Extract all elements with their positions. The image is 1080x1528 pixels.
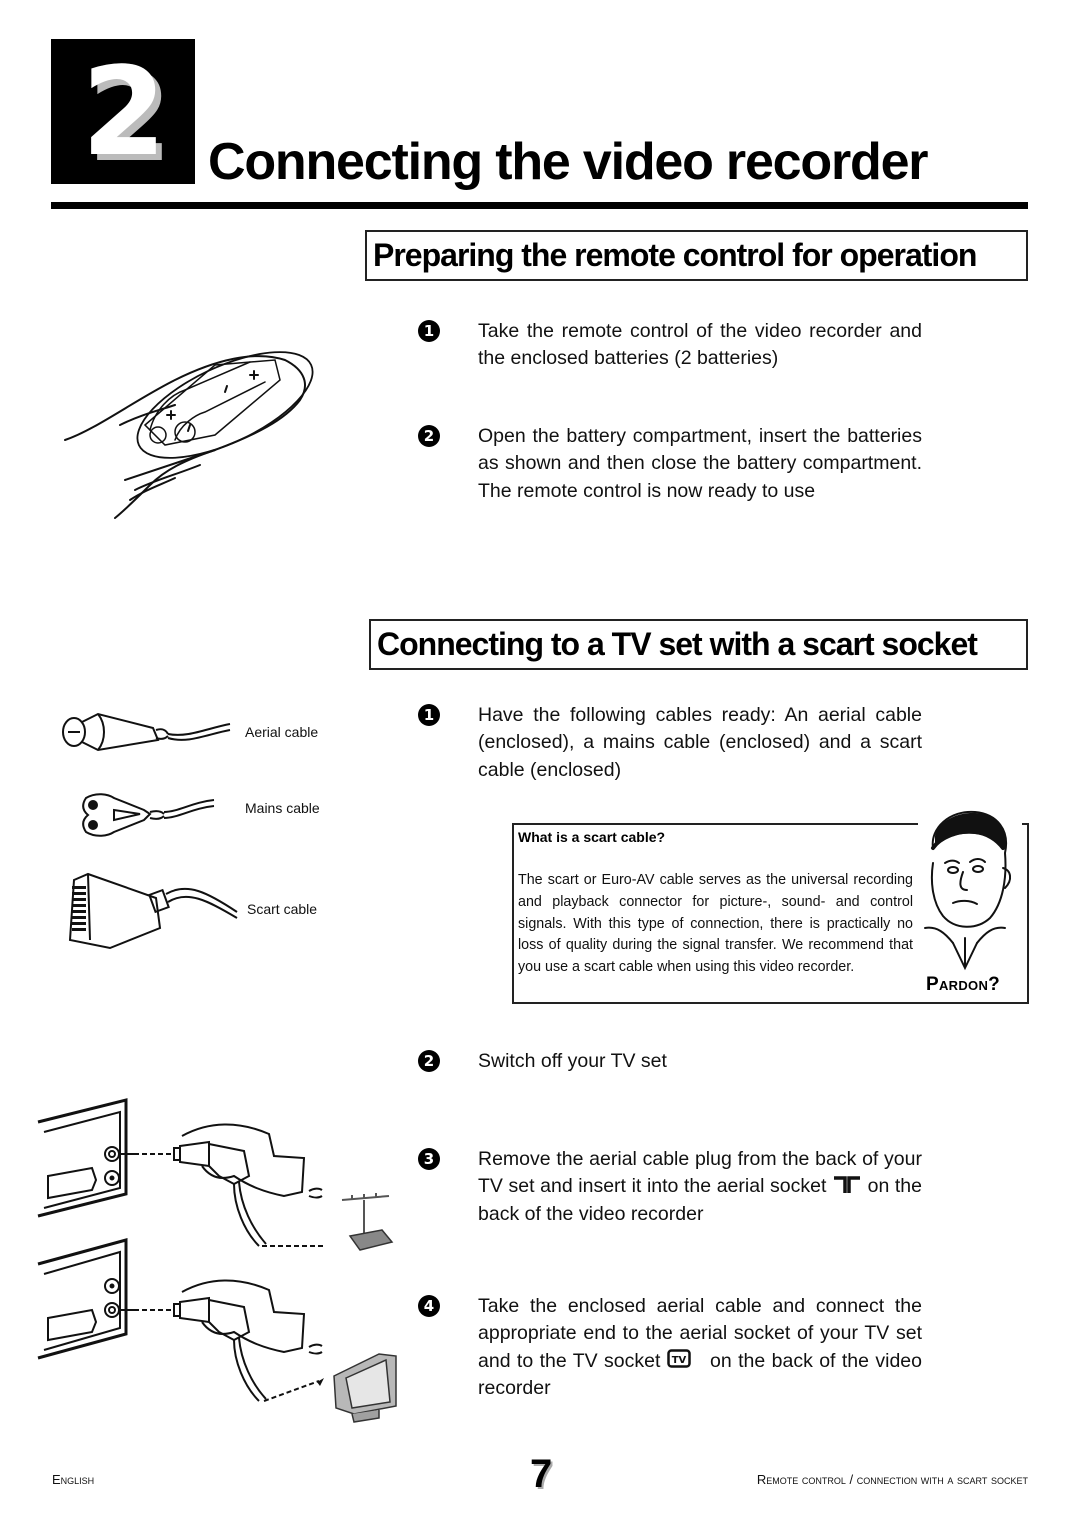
remote-control-illustration	[64, 351, 314, 519]
footer-section-title: Remote control / connection with a scart…	[756, 1472, 1028, 1487]
scart-step-3: 3 Remove the aerial cable plug from the …	[418, 1146, 924, 1231]
cable-label-scart: Scart cable	[247, 901, 318, 917]
cable-label-mains: Mains cable	[245, 800, 320, 816]
chapter-number: 2	[81, 40, 167, 183]
aerial-cable-icon	[62, 712, 231, 752]
step-text: Switch off your TV set	[478, 1050, 667, 1072]
step-number-badge: 4	[418, 1295, 440, 1317]
svg-text:TV: TV	[672, 1355, 687, 1366]
scart-step-1: 1 Have the following cables ready: An ae…	[418, 702, 924, 787]
remote-step-1: 1 Take the remote control of the video r…	[418, 318, 924, 378]
chapter-title: Connecting the video recorder	[208, 133, 929, 191]
tv-socket-icon: TV	[667, 1348, 691, 1368]
step-text: Take the remote control of the video rec…	[478, 320, 922, 370]
step-number-badge: 3	[418, 1148, 440, 1170]
step-number-badge: 2	[418, 1050, 440, 1072]
scart-step-4: 4 Take the enclosed aerial cable and con…	[418, 1293, 924, 1408]
remote-step-2: 2 Open the battery compartment, insert t…	[418, 423, 924, 538]
chapter-number-badge: 2	[51, 39, 195, 184]
mascot-face-icon	[924, 810, 1011, 971]
tv-connection-illustration	[37, 1238, 397, 1423]
section-heading-remote: Preparing the remote control for operati…	[365, 230, 1028, 281]
aerial-connection-illustration	[37, 1098, 394, 1251]
step-text: Remove the aerial cable plug from the ba…	[478, 1146, 922, 1228]
info-box-top-border	[512, 823, 918, 825]
mascot-caption: Pardon?	[926, 974, 1001, 995]
info-box-body: The scart or Euro-AV cable serves as the…	[518, 872, 913, 976]
chapter-divider	[51, 202, 1028, 209]
step-text: Take the enclosed aerial cable and conne…	[478, 1293, 922, 1402]
cable-label-aerial: Aerial cable	[245, 724, 319, 740]
page-number: 7	[530, 1452, 553, 1496]
mains-cable-icon	[82, 793, 215, 837]
step-number-badge: 2	[418, 425, 440, 447]
step-text: Open the battery compartment, insert the…	[478, 425, 922, 502]
scart-step-2: 2 Switch off your TV set	[418, 1048, 924, 1078]
scart-cable-icon	[68, 872, 238, 950]
footer-language: English	[52, 1472, 95, 1487]
step-text: Have the following cables ready: An aeri…	[478, 704, 922, 781]
step-number-badge: 1	[418, 320, 440, 342]
step-number-badge: 1	[418, 704, 440, 726]
info-box-title: What is a scart cable?	[518, 829, 666, 845]
section-heading-scart: Connecting to a TV set with a scart sock…	[369, 619, 1028, 670]
aerial-socket-icon	[833, 1176, 860, 1194]
info-box-top-border-right	[1022, 823, 1029, 825]
